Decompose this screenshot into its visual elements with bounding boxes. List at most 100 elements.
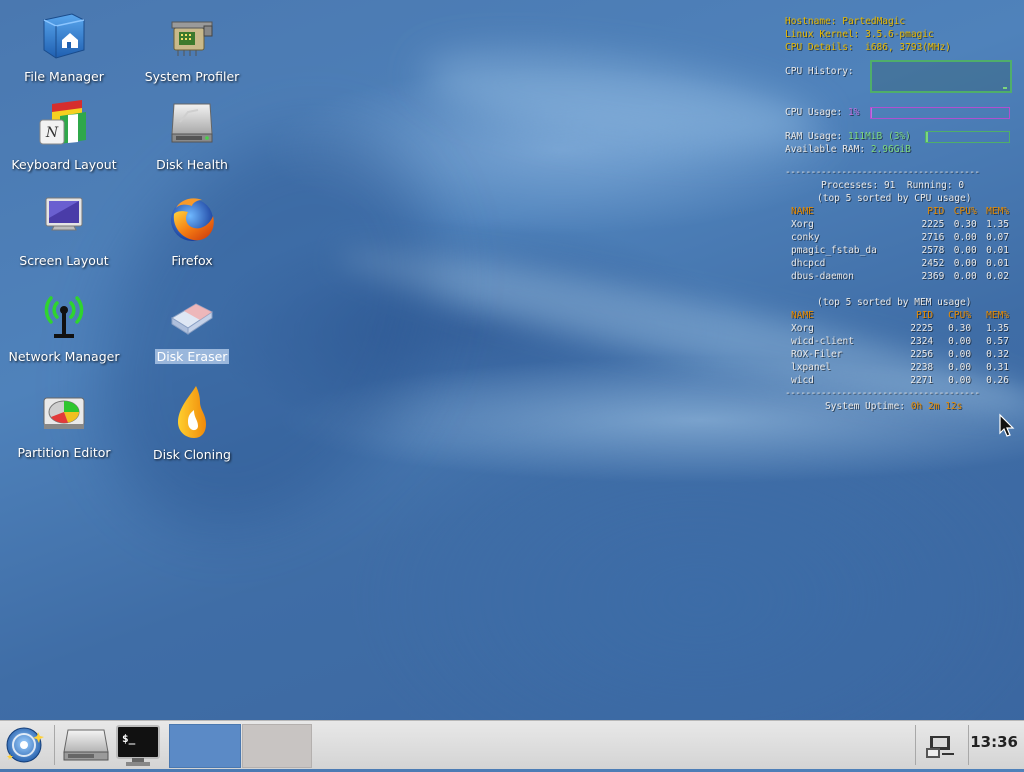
process-cpu: 0.00	[948, 375, 972, 386]
workspace-2[interactable]	[242, 724, 312, 768]
process-cpu: 0.00	[953, 271, 977, 282]
process-name: dbus-daemon	[791, 271, 854, 282]
processes-row: Processes: 91 Running: 0	[785, 179, 1017, 192]
desktop-icon-disk-eraser[interactable]: Disk Eraser	[132, 290, 252, 365]
col-pid: PID	[915, 310, 934, 321]
cpu-usage-bar	[870, 107, 1010, 119]
desktop-icon-label: Partition Editor	[17, 445, 111, 460]
terminal-icon: $_	[116, 725, 160, 766]
process-pid: 2578	[921, 245, 945, 256]
disk-health-icon	[166, 98, 218, 150]
desktop-icon-label: Network Manager	[8, 349, 120, 364]
desktop-icon-system-profiler[interactable]: System Profiler	[132, 10, 252, 85]
taskbar-divider	[968, 725, 969, 765]
desktop-icon-disk-cloning[interactable]: Disk Cloning	[132, 384, 252, 463]
ram-usage-section: RAM Usage: 111MiB (3%)	[785, 130, 1017, 143]
wallpaper-streak	[416, 32, 824, 168]
col-name: NAME	[791, 310, 814, 321]
process-row: ROX-Filer 2256 0.00 0.32	[791, 348, 1009, 361]
conky-monitor: Hostname: PartedMagic Linux Kernel: 3.5.…	[785, 15, 1017, 413]
process-pid: 2716	[921, 232, 945, 243]
firefox-icon	[166, 194, 218, 246]
desktop-icon-label: Disk Eraser	[154, 349, 230, 364]
running-label: Running:	[906, 180, 953, 191]
cpu-table-title: (top 5 sorted by CPU usage)	[817, 193, 972, 204]
start-menu-icon	[6, 727, 44, 763]
process-row: pmagic_fstab_da 2578 0.00 0.01	[791, 244, 1009, 257]
desktop-icon-file-manager[interactable]: File Manager	[4, 10, 124, 85]
kernel-value: 3.5.6-pmagic	[865, 29, 934, 40]
hostname-row: Hostname: PartedMagic	[785, 15, 1017, 28]
process-cpu: 0.00	[948, 362, 972, 373]
process-pid: 2452	[921, 258, 945, 269]
taskbar-divider	[915, 725, 916, 765]
clock[interactable]: 13:36	[970, 733, 1018, 751]
process-mem: 0.02	[986, 271, 1009, 282]
process-row: conky 2716 0.00 0.07	[791, 231, 1009, 244]
process-pid: 2324	[910, 336, 934, 347]
process-name: dhcpcd	[791, 258, 826, 269]
kernel-row: Linux Kernel: 3.5.6-pmagic	[785, 28, 1017, 41]
processes-value: 91	[883, 180, 896, 191]
desktop-icon-partition-editor[interactable]: Partition Editor	[4, 386, 124, 461]
process-name: ROX-Filer	[791, 349, 843, 360]
hostname-value: PartedMagic	[842, 16, 906, 27]
workspace-1[interactable]	[169, 724, 241, 768]
cpu-details-label: CPU Details:	[785, 42, 854, 53]
col-pid: PID	[927, 206, 945, 217]
desktop-icon-screen-layout[interactable]: Screen Layout	[4, 194, 124, 269]
screen-layout-icon	[38, 194, 90, 246]
process-row: wicd 2271 0.00 0.26	[791, 374, 1009, 387]
process-name: Xorg	[791, 219, 814, 230]
system-profiler-icon	[166, 10, 218, 62]
network-tray-button[interactable]	[922, 724, 958, 766]
start-menu-button[interactable]	[2, 724, 48, 766]
drive-icon	[63, 729, 109, 761]
process-mem: 0.07	[986, 232, 1009, 243]
cpu-usage-label: CPU Usage:	[785, 107, 843, 118]
process-mem: 0.32	[986, 349, 1009, 360]
desktop-icon-firefox[interactable]: Firefox	[132, 194, 252, 269]
disk-cloning-icon	[166, 384, 218, 440]
available-ram-label: Available RAM:	[785, 144, 866, 155]
desktop-icon-keyboard-layout[interactable]: N Keyboard Layout	[4, 98, 124, 173]
cpu-usage-value: 1%	[847, 107, 860, 118]
separator: --------------------------------------	[785, 167, 980, 178]
table-header: NAME PID CPU% MEM%	[791, 309, 1009, 322]
process-cpu: 0.00	[948, 336, 972, 347]
process-pid: 2271	[910, 375, 934, 386]
cpu-history-section: CPU History:	[785, 60, 1017, 104]
cpu-details-value: i686, 3793(MHz)	[865, 42, 951, 53]
available-ram-value: 2.96GiB	[870, 144, 911, 155]
process-name: Xorg	[791, 323, 814, 334]
col-name: NAME	[791, 206, 814, 217]
cpu-usage-fill	[871, 108, 873, 118]
process-row: dbus-daemon 2369 0.00 0.02	[791, 270, 1009, 283]
desktop-icon-disk-health[interactable]: Disk Health	[132, 98, 252, 173]
process-mem: 0.26	[986, 375, 1009, 386]
process-name: wicd	[791, 375, 814, 386]
mouse-cursor-icon	[998, 413, 1016, 443]
network-manager-icon	[38, 290, 90, 342]
terminal-launcher-button[interactable]: $_	[114, 724, 162, 766]
process-mem: 1.35	[986, 323, 1009, 334]
mem-process-table: NAME PID CPU% MEM% Xorg 2225 0.30 1.35 wicd-…	[791, 309, 1009, 387]
process-name: conky	[791, 232, 820, 243]
ram-usage-value: 111MiB (3%)	[847, 131, 911, 142]
ram-usage-label: RAM Usage:	[785, 131, 843, 142]
file-manager-icon	[38, 10, 90, 62]
uptime-label: System Uptime:	[825, 401, 906, 412]
desktop-icon-network-manager[interactable]: Network Manager	[4, 290, 124, 365]
process-cpu: 0.30	[953, 219, 977, 230]
ram-usage-bar	[925, 131, 1010, 143]
desktop-icon-label: Keyboard Layout	[11, 157, 117, 172]
process-mem: 0.01	[986, 245, 1009, 256]
process-pid: 2238	[910, 362, 934, 373]
cpu-details-row: CPU Details: i686, 3793(MHz)	[785, 41, 1017, 54]
col-cpu: CPU%	[953, 206, 977, 217]
process-cpu: 0.30	[948, 323, 972, 334]
running-value: 0	[958, 180, 965, 191]
process-cpu: 0.00	[953, 245, 977, 256]
kernel-label: Linux Kernel:	[785, 29, 860, 40]
drive-launcher-button[interactable]	[60, 724, 112, 766]
